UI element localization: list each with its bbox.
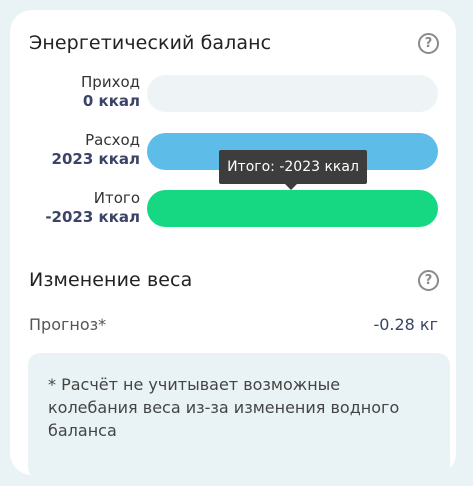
weight-change-title: Изменение веса (29, 269, 193, 291)
total-tooltip: Итого: -2023 ккал (219, 150, 367, 184)
expense-value: 2023 ккал (51, 150, 140, 168)
income-label: Приход (81, 73, 140, 91)
energy-balance-title: Энергетический баланс (29, 32, 272, 54)
income-bar[interactable] (147, 75, 438, 112)
forecast-label: Прогноз* (29, 315, 107, 334)
income-label-group: Приход 0 ккал (30, 73, 140, 111)
disclaimer-note: * Расчёт не учитывает возможные колебани… (28, 353, 450, 479)
total-bar[interactable] (147, 190, 438, 227)
question-circle-icon[interactable]: ? (418, 270, 439, 291)
question-circle-icon[interactable]: ? (418, 33, 439, 54)
energy-weight-card: Энергетический баланс ? Приход 0 ккал Ра… (10, 10, 456, 479)
expense-label-group: Расход 2023 ккал (30, 131, 140, 169)
forecast-value: -0.28 кг (373, 315, 438, 334)
tooltip-arrow (285, 184, 297, 190)
total-label: Итого (93, 189, 140, 207)
income-value: 0 ккал (82, 92, 140, 110)
expense-label: Расход (85, 131, 140, 149)
total-value: -2023 ккал (45, 208, 140, 226)
total-label-group: Итого -2023 ккал (30, 189, 140, 227)
